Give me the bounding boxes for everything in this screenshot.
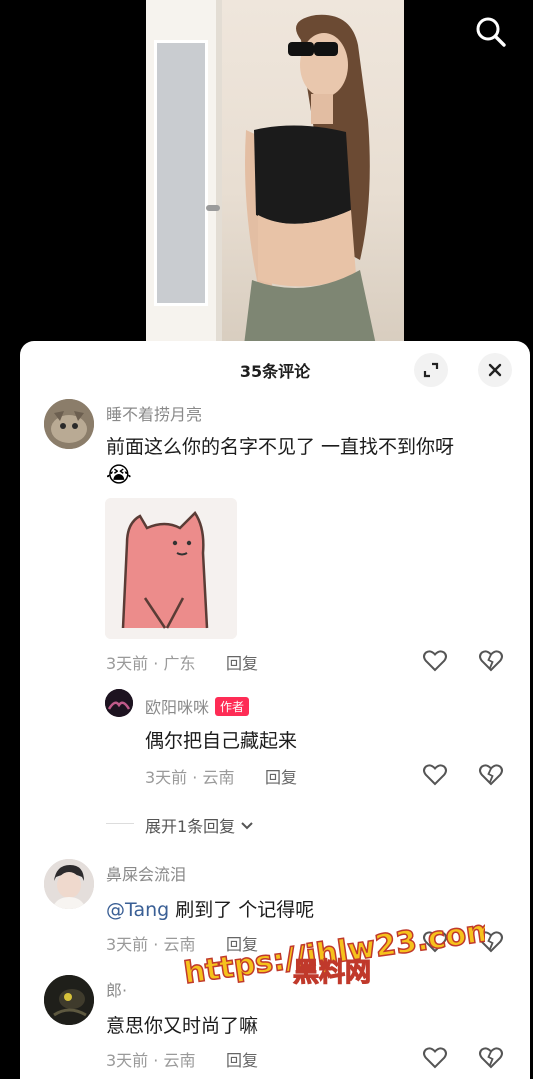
reply-time-location: 3天前 · 云南 <box>145 768 235 787</box>
comment-text: 意思你又时尚了嘛 <box>106 1015 259 1037</box>
comment-time-location: 3天前 · 广东 <box>106 654 196 673</box>
comment-username[interactable]: 睡不着捞月亮 <box>106 401 202 425</box>
broken-heart-icon <box>479 650 503 672</box>
expand-replies-button[interactable]: 展开1条回复 <box>145 813 254 837</box>
reply-button[interactable]: 回复 <box>226 931 258 955</box>
comment-sticker-image[interactable] <box>105 498 237 639</box>
expand-icon <box>423 362 439 378</box>
dislike-button[interactable] <box>478 649 504 673</box>
search-icon <box>476 17 506 47</box>
reply-username[interactable]: 欧阳咪咪 作者 <box>145 694 250 718</box>
reply-avatar[interactable] <box>105 689 133 717</box>
broken-heart-icon <box>479 764 503 786</box>
comment-text: @Tang 刷到了 个记得呢 <box>106 899 315 921</box>
reply-button[interactable]: 回复 <box>265 764 297 788</box>
broken-heart-icon <box>479 1047 503 1069</box>
avatar[interactable] <box>44 975 94 1025</box>
comments-panel: 35条评论 睡不着捞月亮 前面这么你的名字不见了 一直找不到你呀 😭 3天前 ·… <box>20 341 530 1079</box>
comment-text: 前面这么你的名字不见了 一直找不到你呀 <box>106 436 455 458</box>
video-frame <box>146 0 404 345</box>
reply-text: 偶尔把自己藏起来 <box>145 730 298 752</box>
chevron-down-icon <box>241 822 253 830</box>
expand-button[interactable] <box>414 353 448 387</box>
mention-link[interactable]: @Tang <box>106 899 169 921</box>
comment-username[interactable]: 鼻屎会流泪 <box>106 861 186 885</box>
close-icon <box>488 363 502 377</box>
heart-icon <box>423 931 447 953</box>
heart-icon <box>423 650 447 672</box>
comment-time-location: 3天前 · 云南 <box>106 1051 196 1070</box>
avatar[interactable] <box>44 859 94 909</box>
dislike-button[interactable] <box>478 930 504 954</box>
author-badge: 作者 <box>215 697 250 716</box>
comments-count-title: 35条评论 <box>239 362 311 381</box>
heart-icon <box>423 1047 447 1069</box>
close-button[interactable] <box>478 353 512 387</box>
reply-button[interactable]: 回复 <box>226 650 258 674</box>
comment-username[interactable]: 郎· <box>106 977 127 1001</box>
like-button[interactable] <box>422 1046 448 1070</box>
broken-heart-icon <box>479 931 503 953</box>
dislike-button[interactable] <box>478 1046 504 1070</box>
comment-time-location: 3天前 · 云南 <box>106 935 196 954</box>
video-player[interactable] <box>0 0 533 345</box>
video-person <box>244 14 376 345</box>
blushing-cat-sticker <box>105 498 237 639</box>
dislike-button[interactable] <box>478 763 504 787</box>
reply-button[interactable]: 回复 <box>226 1047 258 1071</box>
like-button[interactable] <box>422 763 448 787</box>
avatar[interactable] <box>44 399 94 449</box>
crying-emoji-icon: 😭 <box>106 463 132 488</box>
search-button[interactable] <box>474 15 508 49</box>
like-button[interactable] <box>422 930 448 954</box>
like-button[interactable] <box>422 649 448 673</box>
heart-icon <box>423 764 447 786</box>
divider <box>106 823 134 824</box>
